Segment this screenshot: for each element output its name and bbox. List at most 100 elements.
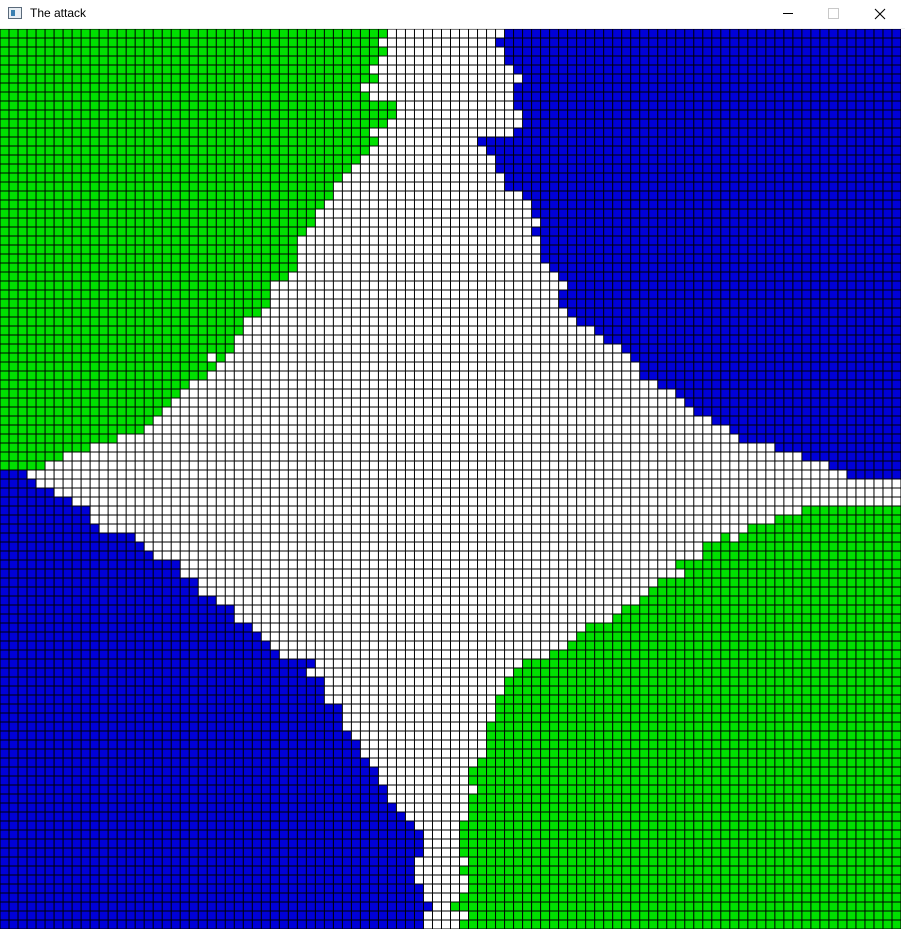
board-cell[interactable]	[378, 191, 387, 200]
board-cell[interactable]	[730, 56, 739, 65]
board-cell[interactable]	[487, 182, 496, 191]
board-cell[interactable]	[216, 128, 225, 137]
board-cell[interactable]	[685, 56, 694, 65]
board-cell[interactable]	[658, 344, 667, 353]
board-cell[interactable]	[135, 353, 144, 362]
board-cell[interactable]	[252, 47, 261, 56]
board-cell[interactable]	[550, 263, 559, 272]
board-cell[interactable]	[288, 326, 297, 335]
board-cell[interactable]	[243, 92, 252, 101]
board-cell[interactable]	[270, 443, 279, 452]
board-cell[interactable]	[333, 47, 342, 56]
board-cell[interactable]	[441, 65, 450, 74]
board-cell[interactable]	[550, 434, 559, 443]
board-cell[interactable]	[631, 371, 640, 380]
board-cell[interactable]	[423, 173, 432, 182]
board-cell[interactable]	[883, 299, 892, 308]
board-cell[interactable]	[523, 155, 532, 164]
board-cell[interactable]	[811, 326, 820, 335]
board-cell[interactable]	[874, 344, 883, 353]
board-cell[interactable]	[279, 353, 288, 362]
board-cell[interactable]	[189, 443, 198, 452]
board-cell[interactable]	[730, 38, 739, 47]
board-cell[interactable]	[234, 29, 243, 38]
board-cell[interactable]	[117, 389, 126, 398]
board-cell[interactable]	[378, 371, 387, 380]
board-cell[interactable]	[423, 425, 432, 434]
board-cell[interactable]	[225, 119, 234, 128]
board-cell[interactable]	[117, 470, 126, 479]
board-cell[interactable]	[99, 200, 108, 209]
board-cell[interactable]	[423, 452, 432, 461]
board-cell[interactable]	[27, 119, 36, 128]
board-cell[interactable]	[18, 434, 27, 443]
board-cell[interactable]	[297, 182, 306, 191]
board-cell[interactable]	[667, 92, 676, 101]
board-cell[interactable]	[874, 308, 883, 317]
board-cell[interactable]	[802, 272, 811, 281]
board-cell[interactable]	[90, 101, 99, 110]
board-cell[interactable]	[604, 443, 613, 452]
board-cell[interactable]	[279, 389, 288, 398]
board-cell[interactable]	[847, 56, 856, 65]
board-cell[interactable]	[378, 83, 387, 92]
board-cell[interactable]	[315, 182, 324, 191]
board-cell[interactable]	[703, 308, 712, 317]
board-cell[interactable]	[279, 56, 288, 65]
board-cell[interactable]	[153, 461, 162, 470]
board-cell[interactable]	[775, 470, 784, 479]
board-cell[interactable]	[550, 335, 559, 344]
board-cell[interactable]	[550, 407, 559, 416]
board-cell[interactable]	[658, 137, 667, 146]
board-cell[interactable]	[532, 263, 541, 272]
board-cell[interactable]	[414, 326, 423, 335]
board-cell[interactable]	[342, 191, 351, 200]
board-cell[interactable]	[423, 434, 432, 443]
board-cell[interactable]	[478, 65, 487, 74]
board-cell[interactable]	[604, 434, 613, 443]
board-cell[interactable]	[613, 371, 622, 380]
board-cell[interactable]	[730, 263, 739, 272]
board-cell[interactable]	[640, 155, 649, 164]
board-cell[interactable]	[351, 434, 360, 443]
board-cell[interactable]	[784, 65, 793, 74]
board-cell[interactable]	[739, 29, 748, 38]
board-cell[interactable]	[324, 38, 333, 47]
board-cell[interactable]	[396, 218, 405, 227]
board-cell[interactable]	[360, 137, 369, 146]
board-cell[interactable]	[153, 326, 162, 335]
board-cell[interactable]	[595, 362, 604, 371]
board-cell[interactable]	[559, 362, 568, 371]
board-cell[interactable]	[595, 29, 604, 38]
board-cell[interactable]	[54, 164, 63, 173]
board-cell[interactable]	[117, 155, 126, 164]
board-cell[interactable]	[865, 146, 874, 155]
board-cell[interactable]	[369, 146, 378, 155]
board-cell[interactable]	[676, 272, 685, 281]
board-cell[interactable]	[604, 380, 613, 389]
board-cell[interactable]	[243, 398, 252, 407]
board-cell[interactable]	[676, 173, 685, 182]
board-cell[interactable]	[793, 146, 802, 155]
board-cell[interactable]	[180, 416, 189, 425]
board-cell[interactable]	[171, 398, 180, 407]
board-cell[interactable]	[550, 416, 559, 425]
board-cell[interactable]	[748, 272, 757, 281]
board-cell[interactable]	[387, 326, 396, 335]
board-cell[interactable]	[802, 326, 811, 335]
board-cell[interactable]	[631, 146, 640, 155]
board-cell[interactable]	[865, 308, 874, 317]
board-cell[interactable]	[721, 164, 730, 173]
board-cell[interactable]	[126, 254, 135, 263]
board-cell[interactable]	[99, 254, 108, 263]
board-cell[interactable]	[441, 137, 450, 146]
board-cell[interactable]	[874, 200, 883, 209]
board-cell[interactable]	[586, 218, 595, 227]
board-cell[interactable]	[703, 317, 712, 326]
board-cell[interactable]	[162, 74, 171, 83]
board-cell[interactable]	[658, 389, 667, 398]
board-cell[interactable]	[243, 182, 252, 191]
board-cell[interactable]	[613, 416, 622, 425]
board-cell[interactable]	[802, 308, 811, 317]
board-cell[interactable]	[523, 236, 532, 245]
